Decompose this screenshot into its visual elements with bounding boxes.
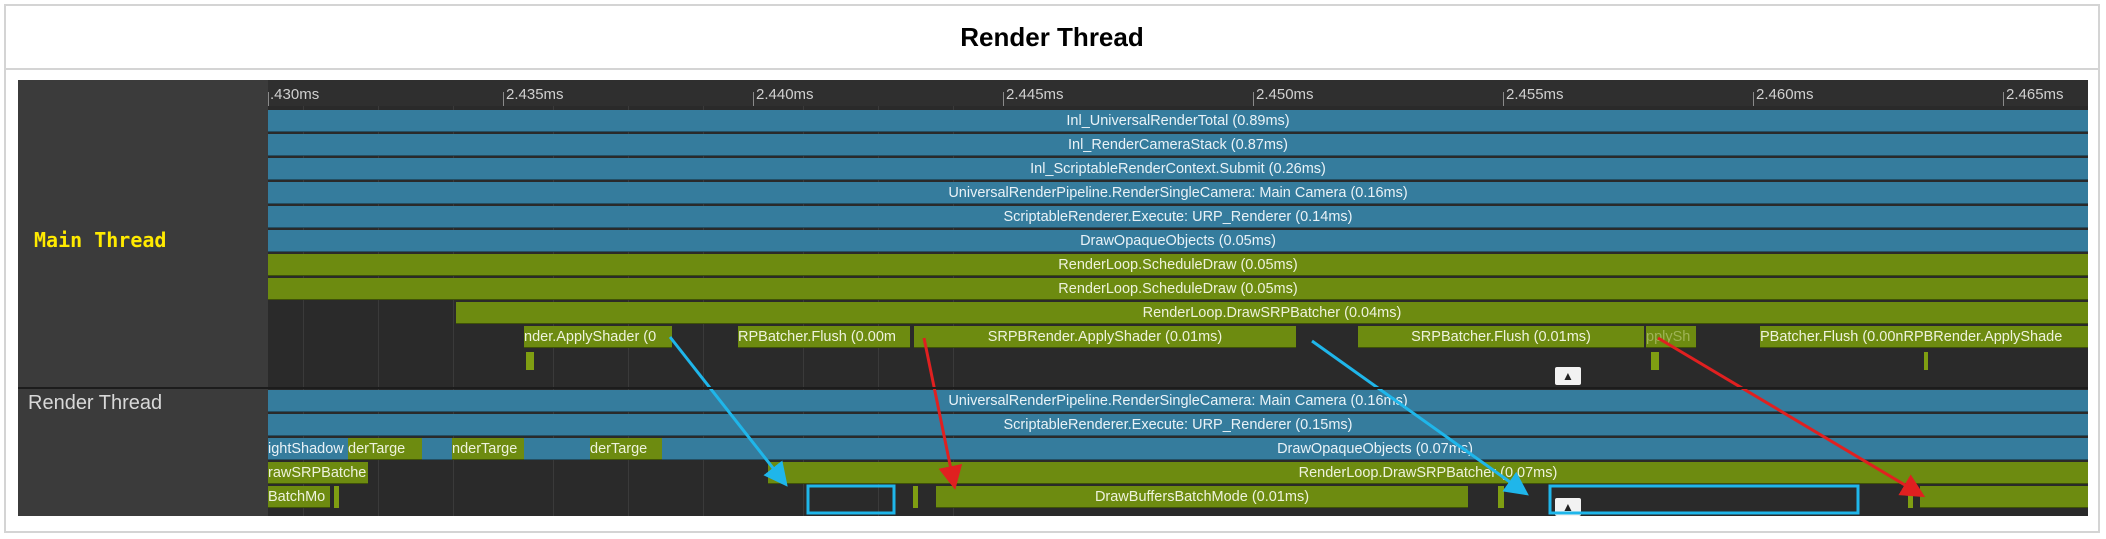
sample-sliver[interactable] <box>1924 352 1928 370</box>
main-sample-bar[interactable]: nder.ApplyShader (0 <box>524 326 672 348</box>
main-sample-bar[interactable]: Inl_ScriptableRenderContext.Submit (0.26… <box>268 158 2088 180</box>
main-sample-bar[interactable]: pplySh <box>1646 326 1696 348</box>
main-sample-bar[interactable]: PBatcher.Flush (0.00nRPBRender.ApplyShad… <box>1760 326 2088 348</box>
render-sample-bar[interactable] <box>1920 486 2088 508</box>
ruler-tick-label: 2.435ms <box>506 86 564 103</box>
main-sample-bar[interactable]: RenderLoop.DrawSRPBatcher (0.04ms) <box>456 302 2088 324</box>
render-thread-label[interactable]: Render Thread <box>28 392 162 415</box>
thread-sidebar <box>18 80 268 516</box>
main-sample-bar[interactable]: Inl_UniversalRenderTotal (0.89ms) <box>268 110 2088 132</box>
ruler-tick <box>503 92 504 106</box>
ruler-tick <box>1503 92 1504 106</box>
expand-up-icon[interactable]: ▲ <box>1555 367 1581 385</box>
time-ruler[interactable]: .430ms 2.435ms 2.440ms 2.445ms 2.450ms 2… <box>268 80 2088 106</box>
main-sample-bar[interactable]: DrawOpaqueObjects (0.05ms) <box>268 230 2088 252</box>
ruler-tick <box>1753 92 1754 106</box>
ruler-tick <box>753 92 754 106</box>
render-sample-bar[interactable]: nderTarge <box>452 438 524 460</box>
ruler-tick-label: 2.460ms <box>1756 86 1814 103</box>
render-sample-bar[interactable] <box>524 438 590 460</box>
ruler-tick-label: 2.450ms <box>1256 86 1314 103</box>
expand-up-icon[interactable]: ▲ <box>1555 498 1581 516</box>
page-title: Render Thread <box>960 22 1144 52</box>
render-sample-bar[interactable]: derTarge <box>590 438 662 460</box>
main-sample-bar[interactable]: RenderLoop.ScheduleDraw (0.05ms) <box>268 254 2088 276</box>
ruler-tick-label: .430ms <box>270 86 320 103</box>
render-sample-bar[interactable]: derTarge <box>348 438 422 460</box>
render-sample-bar[interactable]: UniversalRenderPipeline.RenderSingleCame… <box>268 390 2088 412</box>
profiler-timeline-view[interactable]: Main Thread Render Thread .430ms 2.435ms… <box>18 80 2088 516</box>
sample-sliver[interactable] <box>1908 486 1913 508</box>
render-sample-bar[interactable]: ScriptableRenderer.Execute: URP_Renderer… <box>268 414 2088 436</box>
main-sample-bar[interactable]: SRPBatcher.Flush (0.01ms) <box>1358 326 1644 348</box>
ruler-tick <box>2003 92 2004 106</box>
render-sample-bar[interactable] <box>422 438 452 460</box>
render-sample-bar[interactable]: rawSRPBatche <box>268 462 368 484</box>
thread-separator <box>18 387 2088 389</box>
main-sample-bar[interactable]: RPBatcher.Flush (0.00m <box>738 326 910 348</box>
main-sample-bar[interactable]: RenderLoop.ScheduleDraw (0.05ms) <box>268 278 2088 300</box>
render-sample-bar[interactable]: DrawOpaqueObjects (0.07ms) <box>662 438 2088 460</box>
main-sample-bar[interactable]: Inl_RenderCameraStack (0.87ms) <box>268 134 2088 156</box>
render-sample-bar[interactable]: ightShadow (0.0 <box>268 438 348 460</box>
ruler-tick-label: 2.455ms <box>1506 86 1564 103</box>
ruler-tick-label: 2.465ms <box>2006 86 2064 103</box>
timeline-area[interactable]: .430ms 2.435ms 2.440ms 2.445ms 2.450ms 2… <box>268 80 2088 516</box>
main-thread-label[interactable]: Main Thread <box>34 228 166 252</box>
highlight-box <box>806 484 896 515</box>
render-sample-bar[interactable]: RenderLoop.DrawSRPBatcher (0.07ms) <box>768 462 2088 484</box>
sample-sliver[interactable] <box>1651 352 1659 370</box>
render-sample-bar[interactable]: DrawBuffersBatchMode (0.01ms) <box>936 486 1468 508</box>
ruler-tick <box>1253 92 1254 106</box>
title-divider <box>6 68 2098 70</box>
ruler-tick <box>268 92 269 106</box>
highlight-box <box>1548 484 1860 515</box>
sample-sliver[interactable] <box>334 486 339 508</box>
render-sample-bar[interactable]: BatchMo <box>268 486 330 508</box>
main-sample-bar[interactable]: SRPBRender.ApplyShader (0.01ms) <box>914 326 1296 348</box>
ruler-tick-label: 2.440ms <box>756 86 814 103</box>
ruler-tick-label: 2.445ms <box>1006 86 1064 103</box>
main-sample-bar[interactable]: UniversalRenderPipeline.RenderSingleCame… <box>268 182 2088 204</box>
ruler-tick <box>1003 92 1004 106</box>
main-sample-bar[interactable]: ScriptableRenderer.Execute: URP_Renderer… <box>268 206 2088 228</box>
sample-sliver[interactable] <box>1498 486 1504 508</box>
sample-sliver[interactable] <box>526 352 534 370</box>
sample-sliver[interactable] <box>913 486 918 508</box>
